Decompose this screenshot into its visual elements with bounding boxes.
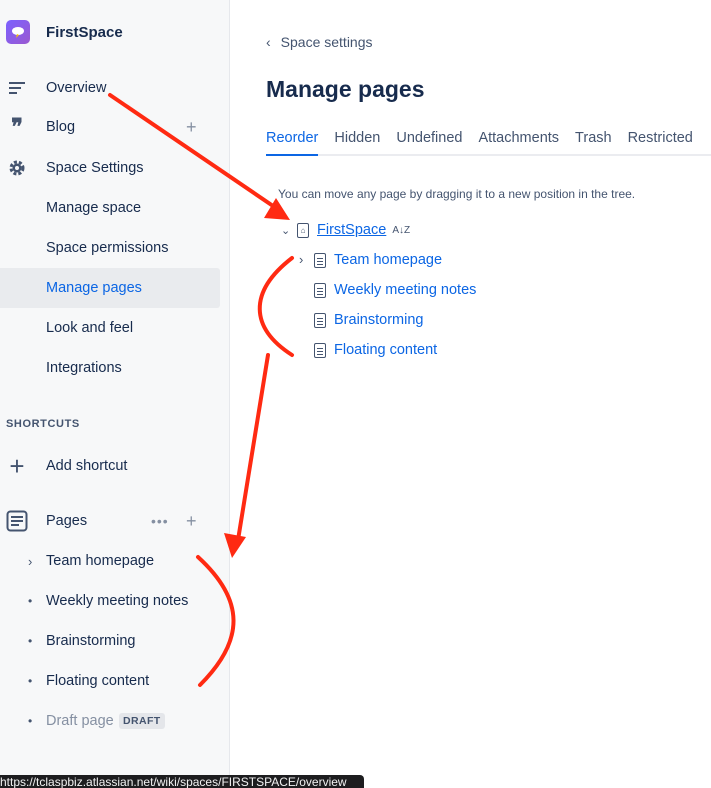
- shortcuts-heading: SHORTCUTS: [6, 418, 80, 430]
- sidebar-item-space-permissions[interactable]: Space permissions: [0, 228, 220, 268]
- reorder-hint: You can move any page by dragging it to …: [278, 187, 636, 201]
- plus-icon: +: [9, 450, 25, 481]
- tree-item-link[interactable]: Floating content: [334, 342, 437, 358]
- tree-item-link[interactable]: Team homepage: [334, 252, 442, 268]
- sidebar-item-label: Manage pages: [46, 280, 142, 296]
- home-page-icon: ⌂: [297, 222, 309, 238]
- tree-root-link[interactable]: FirstSpace: [317, 222, 386, 238]
- sidebar-item-manage-space[interactable]: Manage space: [0, 188, 220, 228]
- tree-item-brainstorming[interactable]: Brainstorming: [314, 309, 423, 331]
- sidebar-item-label: Overview: [46, 80, 107, 96]
- sidebar-item-label: Integrations: [46, 360, 122, 376]
- tab-hidden[interactable]: Hidden: [334, 130, 380, 156]
- space-logo-icon: [6, 20, 30, 44]
- quote-icon: ❞: [11, 114, 23, 140]
- tree-item-link[interactable]: Weekly meeting notes: [334, 282, 476, 298]
- chevron-right-icon[interactable]: ›: [28, 554, 32, 569]
- main-content: ‹ Space settings Manage pages Reorder Hi…: [231, 0, 711, 788]
- draft-badge: DRAFT: [119, 713, 165, 729]
- sidebar-item-overview[interactable]: Overview: [0, 68, 220, 108]
- tree-item-link[interactable]: Brainstorming: [334, 312, 423, 328]
- bullet-icon: •: [28, 594, 33, 608]
- sidebar-item-label: Team homepage: [46, 553, 155, 569]
- tree-item-team-homepage[interactable]: Team homepage: [314, 249, 442, 271]
- sidebar-item-label: Floating content: [46, 673, 150, 689]
- sidebar-page-brainstorming[interactable]: • Brainstorming: [0, 621, 220, 661]
- add-page-icon[interactable]: +: [186, 511, 197, 532]
- sidebar-item-label: Pages: [46, 513, 88, 529]
- sidebar-item-label: Add shortcut: [46, 458, 128, 474]
- sidebar-page-floating-content[interactable]: • Floating content: [0, 661, 220, 701]
- sort-alphabetical-icon[interactable]: A↓Z: [392, 225, 410, 235]
- page-title: Manage pages: [266, 76, 425, 102]
- sidebar-item-space-settings[interactable]: Space Settings: [0, 148, 220, 188]
- back-link[interactable]: ‹ Space settings: [266, 34, 373, 50]
- add-blog-icon[interactable]: +: [186, 117, 197, 138]
- tree-item-floating-content[interactable]: Floating content: [314, 339, 437, 361]
- add-shortcut-button[interactable]: + Add shortcut: [0, 446, 220, 486]
- sidebar-item-label: Manage space: [46, 200, 142, 216]
- tab-undefined[interactable]: Undefined: [396, 130, 462, 156]
- sidebar-item-pages[interactable]: Pages ••• +: [0, 501, 220, 541]
- chevron-right-icon[interactable]: ›: [299, 252, 303, 267]
- sidebar-item-label: Weekly meeting notes: [46, 593, 189, 609]
- sidebar-item-label: Blog: [46, 119, 76, 135]
- tree-item-weekly-meeting-notes[interactable]: Weekly meeting notes: [314, 279, 476, 301]
- chevron-down-icon[interactable]: ⌄: [281, 224, 290, 237]
- overview-icon: [6, 77, 28, 99]
- tab-bar: Reorder Hidden Undefined Attachments Tra…: [266, 130, 709, 156]
- gear-icon: [6, 157, 28, 179]
- more-actions-icon[interactable]: •••: [151, 513, 169, 529]
- sidebar-item-label: Look and feel: [46, 320, 134, 336]
- bullet-icon: •: [28, 634, 33, 648]
- sidebar-item-look-and-feel[interactable]: Look and feel: [0, 308, 220, 348]
- bullet-icon: •: [28, 714, 33, 728]
- tab-restricted[interactable]: Restricted: [628, 130, 693, 156]
- sidebar-page-weekly-meeting-notes[interactable]: • Weekly meeting notes: [0, 581, 220, 621]
- page-icon: [314, 252, 326, 268]
- sidebar-item-integrations[interactable]: Integrations: [0, 348, 220, 388]
- page-icon: [314, 312, 326, 328]
- sidebar-item-manage-pages[interactable]: Manage pages: [0, 268, 220, 308]
- tree-root[interactable]: ⌂ FirstSpace A↓Z: [297, 219, 410, 241]
- sidebar-item-label: Space Settings: [46, 160, 144, 176]
- bullet-icon: •: [28, 674, 33, 688]
- sidebar-page-draft[interactable]: • Draft page DRAFT: [0, 701, 220, 741]
- chevron-left-icon: ‹: [266, 34, 271, 50]
- back-label: Space settings: [280, 34, 373, 50]
- sidebar-page-team-homepage[interactable]: › Team homepage: [0, 541, 220, 581]
- tab-attachments[interactable]: Attachments: [478, 130, 559, 156]
- page-icon: [314, 282, 326, 298]
- space-name: FirstSpace: [46, 23, 123, 41]
- sidebar-item-label: Space permissions: [46, 240, 169, 256]
- page-icon: [314, 342, 326, 358]
- pages-icon: [6, 510, 28, 532]
- sidebar-item-blog[interactable]: ❞ Blog +: [0, 107, 220, 147]
- sidebar: FirstSpace Overview ❞ Blog + Space Setti…: [0, 0, 230, 788]
- sidebar-item-label: Brainstorming: [46, 633, 136, 649]
- tab-reorder[interactable]: Reorder: [266, 130, 319, 156]
- tab-trash[interactable]: Trash: [575, 130, 612, 156]
- space-header[interactable]: FirstSpace: [6, 18, 123, 46]
- sidebar-item-label: Draft page: [46, 713, 114, 729]
- status-bar-url: https://tclaspbiz.atlassian.net/wiki/spa…: [0, 775, 364, 788]
